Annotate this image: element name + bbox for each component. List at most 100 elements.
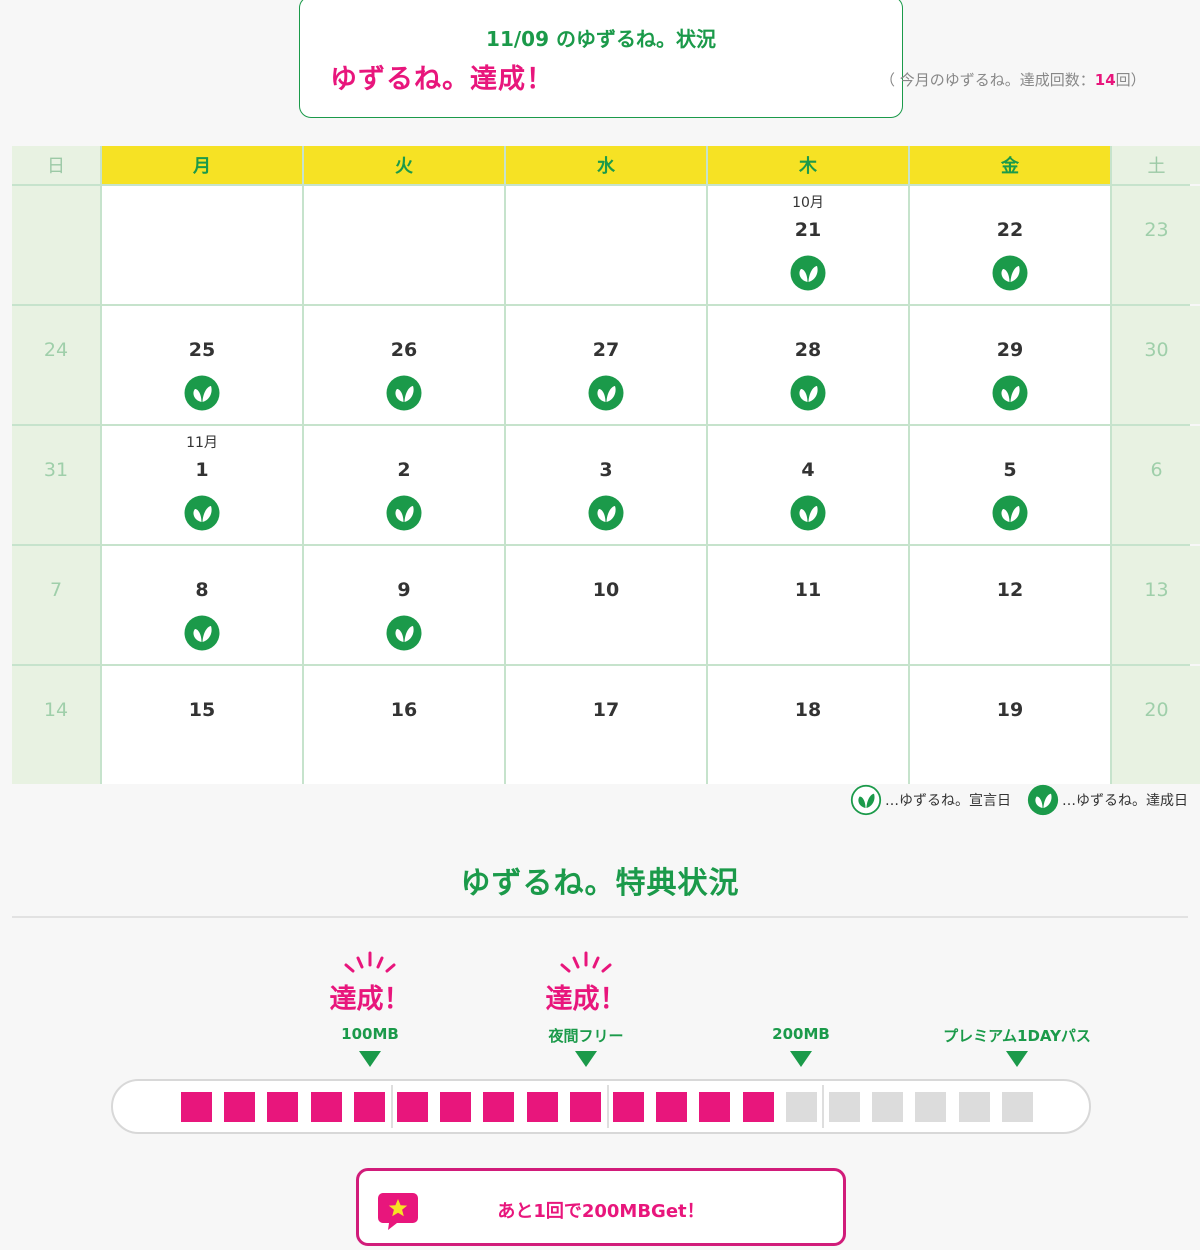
calendar-day-cell[interactable]: 7	[12, 546, 100, 664]
calendar-day-cell[interactable]: 15	[102, 666, 302, 784]
progress-block	[742, 1092, 774, 1122]
progress-block	[181, 1092, 212, 1122]
legend-declared-label: …ゆずるね。宣言日	[885, 793, 1011, 809]
calendar-day-cell[interactable]: 27	[506, 306, 706, 424]
progress-block	[397, 1092, 428, 1122]
day-number: 11	[794, 579, 822, 601]
day-number: 24	[43, 339, 69, 361]
progress-block	[915, 1092, 947, 1122]
section-divider	[12, 916, 1188, 918]
calendar-legend: …ゆずるね。宣言日 …ゆずるね。達成日	[850, 784, 1188, 816]
day-number: 9	[397, 579, 411, 601]
calendar-day-cell[interactable]: 9	[304, 546, 504, 664]
leaf-filled-icon	[588, 495, 624, 531]
leaf-filled-icon	[790, 375, 826, 411]
next-bonus-button[interactable]: あと1回で200MBGet！	[356, 1168, 846, 1246]
day-number: 15	[188, 699, 216, 721]
day-number: 28	[794, 339, 822, 361]
day-number: 6	[1150, 459, 1163, 481]
calendar-day-cell[interactable]: 18	[708, 666, 908, 784]
leaf-filled-icon	[790, 495, 826, 531]
leaf-filled-icon	[992, 375, 1028, 411]
day-number: 31	[43, 459, 69, 481]
calendar-day-cell[interactable]: 29	[910, 306, 1110, 424]
milestone-label: 200MB	[772, 1025, 830, 1043]
calendar-day-cell[interactable]: 17	[506, 666, 706, 784]
progress-block	[958, 1092, 990, 1122]
calendar-day-cell[interactable]: 13	[1112, 546, 1200, 664]
calendar-day-cell[interactable]: 19	[910, 666, 1110, 784]
day-number: 8	[195, 579, 209, 601]
leaf-filled-icon	[386, 495, 422, 531]
burst-icon	[344, 951, 396, 973]
progress-block	[267, 1092, 299, 1122]
calendar-day-cell[interactable]: 30	[1112, 306, 1200, 424]
calendar-day-cell[interactable]: 24	[12, 306, 100, 424]
milestone-achieved-text: 達成！	[545, 984, 627, 1015]
calendar-day-cell[interactable]: 25	[102, 306, 302, 424]
day-number: 12	[996, 579, 1024, 601]
progress-block	[569, 1092, 601, 1122]
progress-block	[1001, 1092, 1033, 1122]
day-number: 1	[195, 459, 209, 481]
weekday-header: 火	[304, 146, 504, 184]
day-number: 23	[1144, 219, 1169, 241]
calendar-day-cell[interactable]: 16	[304, 666, 504, 784]
progress-block	[310, 1092, 342, 1122]
milestone-arrow-icon	[575, 1051, 597, 1067]
calendar-day-cell[interactable]: 10	[506, 546, 706, 664]
status-date-heading: 11/09 のゆずるね。状況	[486, 27, 716, 51]
progress-block	[829, 1092, 860, 1122]
progress-segment-divider	[391, 1085, 393, 1128]
day-number: 22	[996, 219, 1024, 241]
calendar-day-cell[interactable]: 5	[910, 426, 1110, 544]
calendar-day-cell[interactable]: 2	[304, 426, 504, 544]
calendar-day-cell[interactable]: 6	[1112, 426, 1200, 544]
calendar-day-cell[interactable]: 8	[102, 546, 302, 664]
day-number: 16	[390, 699, 418, 721]
day-number: 26	[390, 339, 418, 361]
calendar-day-cell[interactable]: 28	[708, 306, 908, 424]
progress-segment-divider	[822, 1085, 824, 1128]
status-achieved-text: ゆずるね。達成！	[330, 64, 554, 95]
calendar-day-cell[interactable]: 20	[1112, 666, 1200, 784]
leaf-outline-icon	[850, 784, 882, 816]
leaf-filled-icon	[184, 375, 220, 411]
calendar-day-cell[interactable]: 12	[910, 546, 1110, 664]
calendar-day-cell[interactable]: 22	[910, 186, 1110, 304]
leaf-filled-icon	[1027, 784, 1059, 816]
day-number: 27	[592, 339, 620, 361]
progress-block	[785, 1092, 817, 1122]
calendar-day-cell[interactable]: 23	[1112, 186, 1200, 304]
legend-achieved-label: …ゆずるね。達成日	[1062, 793, 1188, 809]
calendar-day-cell[interactable]: 10月 21	[708, 186, 908, 304]
leaf-filled-icon	[588, 375, 624, 411]
bonus-status-title: ゆずるね。特典状況	[460, 866, 740, 901]
progress-block	[224, 1092, 256, 1122]
month-label: 11月	[186, 435, 218, 451]
weekday-header: 土	[1112, 146, 1200, 184]
progress-block	[613, 1092, 644, 1122]
calendar-grid: 日月火水木金土 10月 21 22 23 24 25 26 27 28 29 30 31 11月 1 2 3 4 5…	[12, 146, 1200, 784]
milestone-label: プレミアム1DAYパス	[943, 1027, 1091, 1045]
burst-icon	[560, 951, 612, 973]
day-number: 7	[49, 579, 63, 601]
calendar-day-cell[interactable]: 4	[708, 426, 908, 544]
day-number: 21	[794, 219, 822, 241]
calendar-day-cell[interactable]: 11	[708, 546, 908, 664]
calendar-day-cell[interactable]: 31	[12, 426, 100, 544]
progress-block	[353, 1092, 385, 1122]
leaf-filled-icon	[386, 375, 422, 411]
count-prefix: （ 今月のゆずるね。達成回数：	[880, 71, 1095, 89]
calendar-day-cell[interactable]: 11月 1	[102, 426, 302, 544]
weekday-header: 金	[910, 146, 1110, 184]
progress-block	[440, 1092, 472, 1122]
weekday-header: 日	[12, 146, 100, 184]
calendar-day-cell[interactable]: 14	[12, 666, 100, 784]
progress-block	[656, 1092, 688, 1122]
day-number: 20	[1144, 699, 1169, 721]
day-number: 17	[592, 699, 620, 721]
calendar-day-cell[interactable]: 26	[304, 306, 504, 424]
calendar-day-cell	[102, 186, 302, 304]
calendar-day-cell[interactable]: 3	[506, 426, 706, 544]
